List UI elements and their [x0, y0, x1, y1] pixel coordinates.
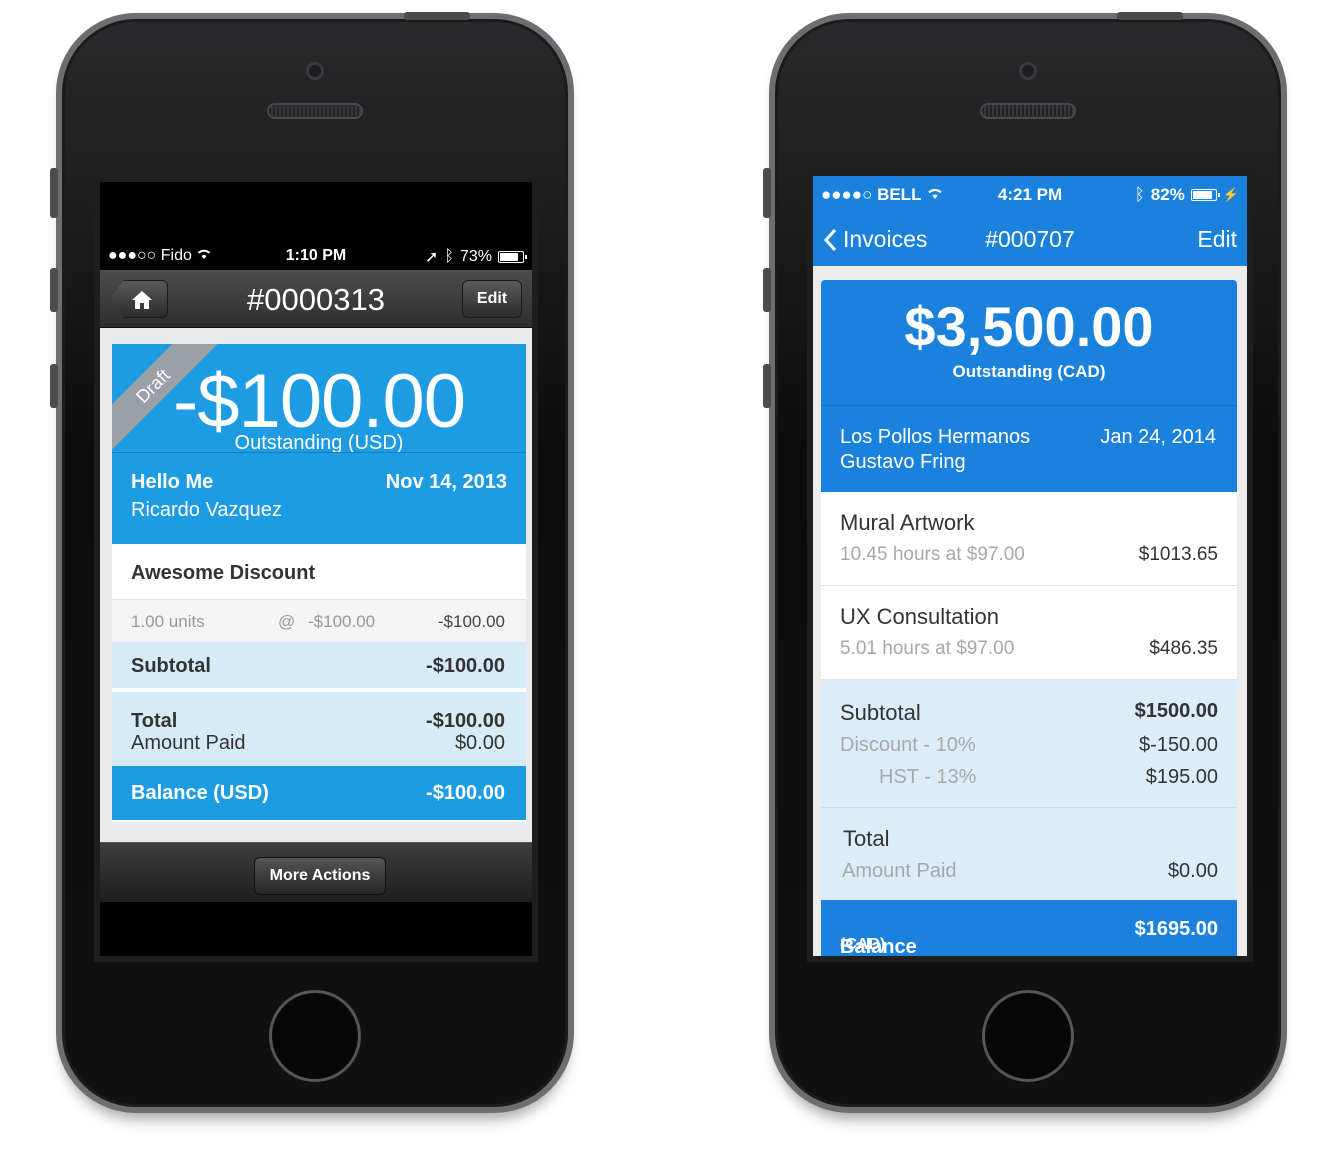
subtotal-value: -$100.00	[426, 655, 505, 677]
amount-paid-label: Amount Paid	[842, 860, 957, 882]
left-volume-up-button	[50, 268, 58, 312]
line-item-detail: 1.00 units @ -$100.00 -$100.00	[112, 600, 526, 642]
left-invoice-body: -$100.00 Outstanding (USD) Draft Hello M…	[100, 328, 532, 842]
left-front-camera	[306, 62, 324, 80]
battery-percent: 73%	[459, 248, 492, 265]
left-screen: ●●●○○ Fido 1:10 PM ➚ ᛒ 73% #0000313 Edit	[94, 176, 538, 962]
line-item[interactable]: Mural Artwork 10.45 hours at $97.00 $101…	[821, 492, 1237, 586]
client-name: Hello Me	[131, 471, 214, 493]
outstanding-label: Outstanding (CAD)	[952, 362, 1106, 381]
status-right: ᛒ 82% ⚡	[1135, 185, 1239, 205]
client-contact: Gustavo Fring	[840, 451, 966, 473]
line-item-rate: -$100.00	[308, 612, 376, 631]
amount-paid-value: $0.00	[454, 732, 505, 754]
tax-label: HST - 13%	[879, 766, 977, 788]
line-item-title: Awesome Discount	[131, 562, 316, 584]
edit-button[interactable]: Edit	[462, 280, 522, 318]
status-right: ➚ ᛒ 73%	[424, 247, 527, 267]
line-item-amount: $1013.65	[1138, 544, 1218, 565]
subtotal-row: Subtotal -$100.00	[112, 642, 526, 690]
client-block: Hello Me Ricardo Vazquez Nov 14, 2013	[112, 452, 526, 544]
bluetooth-icon: ᛒ	[1134, 185, 1145, 204]
right-nav-bar: Invoices #000707 Edit	[813, 212, 1247, 266]
line-item-at: @	[278, 612, 296, 631]
line-item-amount: -$100.00	[437, 612, 505, 631]
right-status-bar: ●●●●○ BELL 4:21 PM ᛒ 82% ⚡	[813, 176, 1247, 212]
invoice-card: -$100.00 Outstanding (USD) Draft Hello M…	[112, 344, 526, 822]
left-earpiece-speaker	[267, 103, 363, 119]
outstanding-amount: $3,500.00	[904, 295, 1154, 358]
total-row: Total -$100.00 Amount Paid $0.00	[112, 692, 526, 766]
invoice-date: Nov 14, 2013	[385, 471, 507, 493]
left-nav-bar: #0000313 Edit	[100, 270, 532, 328]
left-home-button	[269, 990, 361, 1082]
line-item-detail: 5.01 hours at $97.00	[840, 638, 1015, 659]
right-earpiece-speaker	[980, 103, 1076, 119]
line-item-units: 1.00 units	[131, 612, 205, 631]
right-volume-up-button	[763, 268, 771, 312]
invoice-card: $3,500.00 Outstanding (CAD) Los Pollos H…	[821, 280, 1237, 956]
balance-row: Balance (CAD) $1695.00	[821, 900, 1237, 956]
right-screen: ●●●●○ BELL 4:21 PM ᛒ 82% ⚡ Invoices #000…	[807, 170, 1253, 962]
left-volume-down-button	[50, 364, 58, 408]
line-item[interactable]: UX Consultation 5.01 hours at $97.00 $48…	[821, 586, 1237, 680]
battery-icon	[498, 251, 527, 263]
subtotal-value: $1500.00	[1134, 700, 1218, 722]
right-power-button	[1117, 12, 1183, 20]
stage: ●●●○○ Fido 1:10 PM ➚ ᛒ 73% #0000313 Edit	[0, 0, 1341, 1150]
invoice-date: Jan 24, 2014	[1100, 426, 1216, 448]
charging-icon: ⚡	[1222, 187, 1239, 202]
battery-percent: 82%	[1150, 185, 1185, 204]
right-front-camera	[1019, 62, 1037, 80]
total-label: Total	[843, 826, 890, 851]
bluetooth-icon: ᛒ	[444, 248, 454, 265]
battery-icon	[1190, 189, 1220, 201]
right-home-button	[982, 990, 1074, 1082]
subtotal-label: Subtotal	[840, 700, 921, 725]
balance-value: -$100.00	[426, 782, 505, 804]
total-label: Total	[131, 710, 178, 732]
line-item-detail: 10.45 hours at $97.00	[840, 544, 1025, 565]
client-block: Los Pollos Hermanos Gustavo Fring Jan 24…	[821, 406, 1237, 492]
total-value: -$100.00	[426, 710, 505, 732]
line-item-amount: $486.35	[1149, 638, 1218, 659]
balance-row: Balance (USD) -$100.00	[112, 766, 526, 820]
amount-header: -$100.00 Outstanding (USD) Draft	[112, 344, 526, 458]
discount-value: $-150.00	[1139, 734, 1218, 756]
total-row: Total Amount Paid $0.00	[821, 808, 1237, 900]
right-mute-switch	[763, 168, 771, 218]
line-item-title: Mural Artwork	[840, 510, 975, 535]
location-arrow-icon: ➚	[424, 249, 439, 266]
summary-block: Subtotal $1500.00 Discount - 10% $-150.0…	[821, 680, 1237, 808]
discount-label: Discount - 10%	[840, 734, 976, 756]
balance-value: $1695.00	[1134, 918, 1218, 940]
amount-paid-value: $0.00	[1167, 860, 1218, 882]
subtotal-label: Subtotal	[131, 655, 211, 677]
line-item[interactable]: Awesome Discount	[112, 544, 526, 600]
balance-label: Balance (USD)	[131, 782, 269, 804]
left-mute-switch	[50, 168, 58, 218]
amount-header: $3,500.00 Outstanding (CAD)	[821, 280, 1237, 406]
left-power-button	[404, 12, 470, 20]
client-contact: Ricardo Vazquez	[131, 499, 282, 521]
line-item-title: UX Consultation	[840, 604, 999, 629]
left-status-bar: ●●●○○ Fido 1:10 PM ➚ ᛒ 73%	[100, 242, 532, 270]
right-volume-down-button	[763, 364, 771, 408]
amount-paid-label: Amount Paid	[131, 732, 246, 754]
client-company: Los Pollos Hermanos	[840, 426, 1031, 448]
more-actions-button[interactable]: More Actions	[254, 857, 386, 895]
tax-value: $195.00	[1145, 766, 1218, 788]
left-bottom-toolbar: More Actions	[100, 842, 532, 902]
edit-button[interactable]: Edit	[1197, 226, 1237, 253]
invoice-number-title: #000707	[985, 226, 1075, 252]
